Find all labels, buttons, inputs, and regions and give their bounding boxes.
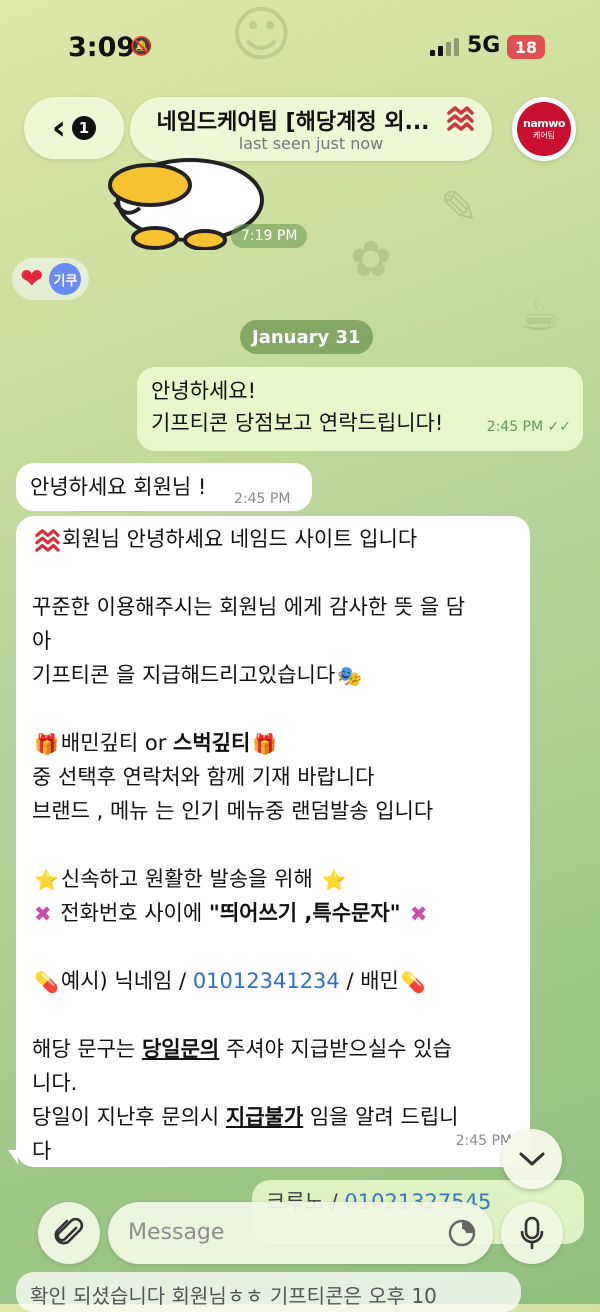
message-input[interactable]: Message — [108, 1202, 493, 1264]
line-text: 배민깊티 or — [60, 731, 174, 755]
attach-button[interactable] — [38, 1202, 100, 1264]
message-meta: 2:45 PM ✓✓ — [487, 411, 571, 443]
chevron-left-icon: ‹ — [51, 108, 66, 148]
message-line: 회원님 안녕하세요 네임드 사이트 입니다 — [32, 522, 516, 556]
message-line: 니다. — [32, 1071, 78, 1095]
date-separator: January 31 — [240, 320, 373, 354]
message-line: 해당 문구는 당일문의 주셔야 지급받으실수 있습 — [32, 1032, 516, 1066]
cross-mark-icon: ✖ — [34, 902, 52, 926]
red-zigzag-icon — [447, 106, 474, 131]
status-time: 3:09 — [68, 32, 136, 63]
red-zigzag-icon — [35, 529, 60, 552]
avatar-logo: namwo 케어팀 — [517, 102, 571, 156]
battery-indicator: 18 — [507, 35, 545, 59]
avatar-brand-text: namwo — [523, 117, 565, 130]
message-line: 꾸준한 이용해주시는 회원님 에게 감사한 뜻 을 담 — [32, 595, 466, 619]
message-line: 브랜드 , 메뉴 는 인기 메뉴중 랜덤발송 입니다 — [32, 799, 434, 823]
chevron-down-icon — [519, 1152, 545, 1166]
gift-icon: 🎁 — [252, 732, 278, 756]
pill-icon: 💊 — [34, 970, 59, 994]
mute-bell-icon: 🔕 — [130, 36, 153, 57]
battery-level: 18 — [514, 37, 538, 57]
line-text: 주셔야 지급받으실수 있습 — [219, 1037, 452, 1061]
line-text-underlined: 지급불가 — [225, 1105, 304, 1129]
line-text: / 배민 — [339, 969, 399, 993]
microphone-icon — [520, 1216, 544, 1250]
message-line: 💊예시) 닉네임 / 01012341234 / 배민 💊 — [32, 964, 516, 998]
background-doodle: ☕ — [520, 290, 560, 341]
pill-icon: 💊 — [400, 970, 426, 994]
line-text: 신속하고 원활한 발송을 위해 — [60, 867, 320, 891]
line-text: 예시) 닉네임 / — [60, 969, 193, 993]
background-doodle: ✿ — [350, 230, 392, 288]
message-placeholder: Message — [128, 1220, 225, 1245]
heart-icon: ❤ — [20, 262, 44, 295]
line-text: 임을 알려 드립니 — [303, 1105, 459, 1129]
scroll-to-bottom-button[interactable] — [502, 1129, 562, 1189]
message-text: 안녕하세요! 기프티콘 당점보고 연락드립니다! — [151, 379, 444, 435]
message-time: 2:45 PM — [486, 419, 544, 435]
reaction-user-avatar: 기쿠 — [49, 263, 82, 295]
double-check-icon: ✓✓ — [547, 419, 571, 435]
line-text-bold: 스벅깊티 — [173, 731, 251, 755]
sticker-timestamp: 7:19 PM — [231, 224, 308, 248]
line-text-bold: "띄어쓰기 ,특수문자" — [208, 901, 408, 925]
incoming-message-partial[interactable]: 확인 되셨습니다 회원님ㅎㅎ 기프티콘은 오후 10 — [16, 1272, 521, 1312]
star-icon: ⭐ — [321, 868, 347, 892]
gift-icon: 🎁 — [34, 732, 59, 756]
bubble-tail — [8, 1150, 18, 1164]
sticker-icon[interactable] — [447, 1218, 477, 1248]
message-time: 2:45 PM — [234, 491, 291, 507]
line-text: 회원님 안녕하세요 네임드 사이트 입니다 — [62, 527, 418, 551]
message-line: 기프티콘 을 지급해드리고있습니다 🎭 — [32, 658, 516, 692]
line-text: 기프티콘 을 지급해드리고있습니다 — [32, 663, 336, 687]
network-type: 5G — [467, 33, 501, 58]
message-line: ✖ 전화번호 사이에 "띄어쓰기 ,특수문자" ✖ — [32, 896, 516, 930]
background-doodle: ✎ — [440, 180, 479, 234]
message-reactions[interactable]: ❤ 기쿠 — [12, 258, 90, 300]
incoming-message-long[interactable]: 회원님 안녕하세요 네임드 사이트 입니다 꾸준한 이용해주시는 회원님 에게 … — [16, 516, 530, 1167]
message-text: 안녕하세요 회원님 ! — [30, 475, 207, 499]
incoming-message[interactable]: 안녕하세요 회원님 ! 2:45 PM — [16, 463, 312, 511]
chat-title: 네임드케어팀 [해당계정 외... — [156, 110, 430, 135]
line-text: 해당 문구는 — [32, 1037, 142, 1061]
status-bar: 3:09 🔕 5G 18 — [0, 0, 600, 90]
theater-masks-icon: 🎭 — [337, 664, 363, 688]
outgoing-message[interactable]: 안녕하세요! 기프티콘 당점보고 연락드립니다! 2:45 PM ✓✓ — [137, 367, 583, 451]
line-text: 전화번호 사이에 — [53, 901, 209, 925]
chat-avatar[interactable]: namwo 케어팀 — [512, 97, 576, 161]
message-line: 당일이 지난후 문의시 지급불가 임을 알려 드립니 — [32, 1100, 516, 1134]
signal-icon — [430, 36, 459, 56]
message-line: 🎁배민깊티 or 스벅깊티 🎁 — [32, 726, 516, 760]
line-text: 당일이 지난후 문의시 — [32, 1105, 226, 1129]
voice-message-button[interactable] — [501, 1202, 563, 1264]
message-text: 확인 되셨습니다 회원님ㅎㅎ 기프티콘은 오후 10 — [30, 1284, 437, 1308]
message-line: 다 — [32, 1139, 52, 1163]
paperclip-icon — [54, 1217, 84, 1245]
message-line: 중 선택후 연락처와 함께 기재 바랍니다 — [32, 765, 375, 789]
cross-mark-icon: ✖ — [409, 902, 428, 926]
message-line: 아 — [32, 629, 52, 653]
unread-count-badge: 1 — [72, 116, 96, 140]
line-text-underlined: 당일문의 — [141, 1037, 220, 1061]
star-icon: ⭐ — [34, 868, 59, 892]
avatar-sub-text: 케어팀 — [532, 131, 556, 140]
phone-number-link[interactable]: 01012341234 — [193, 969, 340, 993]
message-line: ⭐신속하고 원활한 발송을 위해 ⭐ — [32, 862, 516, 896]
